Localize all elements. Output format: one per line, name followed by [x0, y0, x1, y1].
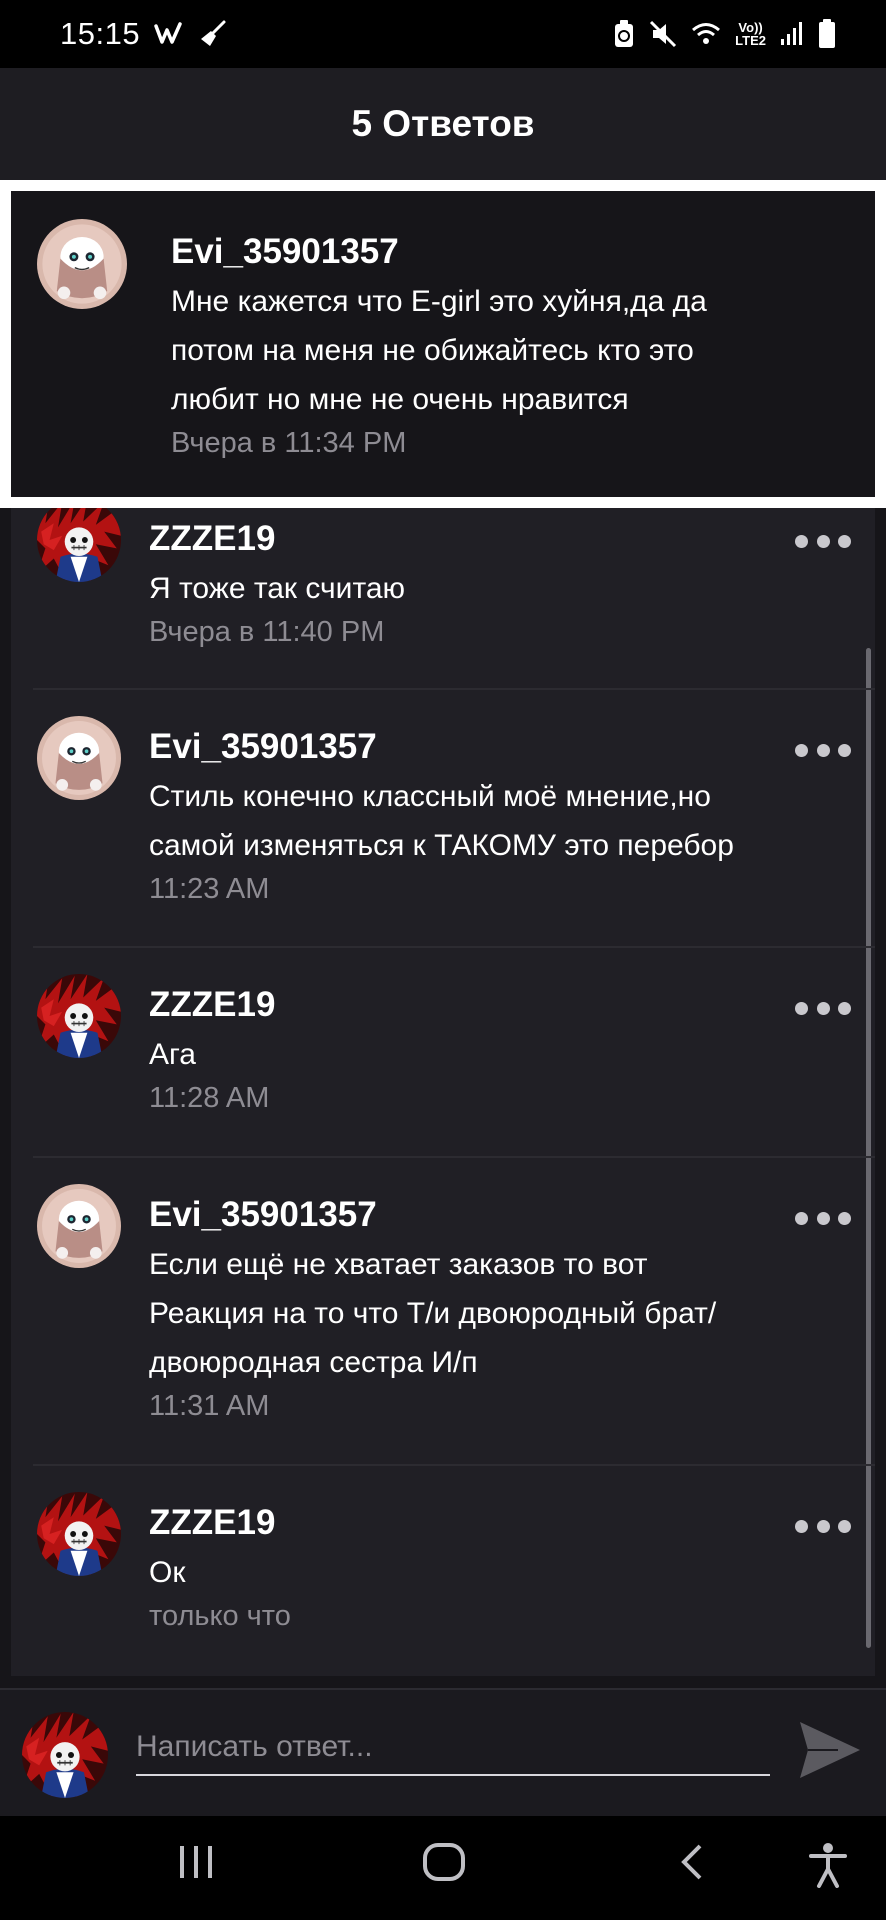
accessibility-icon[interactable] [808, 1842, 848, 1893]
comment-line: Если ещё не хватает заказов то вот [149, 1248, 648, 1281]
battery-saver-icon [613, 19, 635, 49]
reply-item: Evi_35901357 Стиль конечно классный моё … [11, 690, 875, 946]
more-options-icon[interactable] [795, 740, 851, 760]
comment-line: Мне кажется что E-girl это хуйня,да да [171, 285, 707, 318]
comment-line: Ага [149, 1038, 196, 1071]
avatar[interactable] [37, 1492, 121, 1576]
back-icon[interactable] [676, 1842, 706, 1887]
wifi-icon [691, 21, 721, 47]
header: 5 Ответов [0, 68, 886, 180]
more-options-icon[interactable] [795, 531, 851, 551]
mute-icon [649, 20, 677, 48]
comment-line: Ок [149, 1556, 186, 1589]
username[interactable]: ZZZE19 [149, 518, 829, 560]
avatar[interactable] [37, 716, 121, 800]
page-title: 5 Ответов [351, 103, 535, 144]
avatar [22, 1712, 108, 1798]
comment-text: Ок [149, 1548, 829, 1597]
comment-text: Стиль конечно классный моё мнение,но сам… [149, 772, 829, 870]
home-icon[interactable] [422, 1842, 466, 1887]
replies-list[interactable]: ZZZE19 Я тоже так считаю Вчера в 11:40 P… [11, 508, 875, 1676]
recent-apps-icon[interactable] [176, 1842, 216, 1887]
more-options-icon[interactable] [795, 1516, 851, 1536]
reply-item: ZZZE19 Ок только что [11, 1466, 875, 1676]
timestamp: Вчера в 11:34 PM [171, 427, 407, 459]
reply-item: Evi_35901357 Если ещё не хватает заказов… [11, 1158, 875, 1464]
comment-line: самой изменяться к ТАКОМУ это перебор [149, 829, 734, 862]
avatar[interactable] [37, 508, 121, 582]
comment-line: Я тоже так считаю [149, 572, 406, 605]
timestamp: 11:28 AM [149, 1082, 270, 1114]
reply-input-bar [0, 1688, 886, 1816]
broom-icon [198, 19, 228, 49]
system-nav-bar [0, 1816, 886, 1920]
comment-line: любит но мне не очень нравится [171, 383, 629, 416]
username[interactable]: Evi_35901357 [149, 1194, 829, 1236]
reply-body: Evi_35901357 Стиль конечно классный моё … [149, 726, 829, 908]
more-options-icon[interactable] [795, 998, 851, 1018]
reply-body: ZZZE19 Ага 11:28 AM [149, 984, 829, 1117]
status-right: Vo)) LTE2 [613, 19, 836, 49]
comment-line: двоюродная сестра И/п [149, 1346, 478, 1379]
lte-icon: Vo)) LTE2 [735, 20, 766, 48]
parent-comment: Evi_35901357 Мне кажется что E-girl это … [11, 191, 875, 497]
timestamp: только что [149, 1600, 291, 1632]
comment-line: Реакция на то что Т/и двоюродный брат/ [149, 1297, 717, 1330]
timestamp: 11:23 AM [149, 873, 270, 905]
more-options-icon[interactable] [795, 1208, 851, 1228]
reply-item: ZZZE19 Я тоже так считаю Вчера в 11:40 P… [11, 508, 875, 688]
reply-body: Evi_35901357 Если ещё не хватает заказов… [149, 1194, 829, 1425]
comment-text: Если ещё не хватает заказов то вот Реакц… [149, 1240, 829, 1387]
status-bar: 15:15 Vo)) LTE2 [0, 0, 886, 68]
status-time: 15:15 [60, 16, 141, 51]
username[interactable]: Evi_35901357 [171, 231, 831, 273]
reply-input[interactable] [136, 1720, 770, 1776]
comment-line: Стиль конечно классный моё мнение,но [149, 780, 711, 813]
avatar[interactable] [37, 974, 121, 1058]
username[interactable]: Evi_35901357 [149, 726, 829, 768]
username[interactable]: ZZZE19 [149, 1502, 829, 1544]
username[interactable]: ZZZE19 [149, 984, 829, 1026]
send-icon[interactable] [798, 1720, 862, 1785]
comment-text: Мне кажется что E-girl это хуйня,да да п… [171, 277, 831, 424]
signal-icon [780, 21, 804, 47]
timestamp: 11:31 AM [149, 1390, 270, 1422]
comment-line: потом на меня не обижайтесь кто это [171, 334, 694, 367]
timestamp: Вчера в 11:40 PM [149, 616, 385, 648]
reply-item: ZZZE19 Ага 11:28 AM [11, 948, 875, 1156]
comment-text: Ага [149, 1030, 829, 1079]
battery-icon [818, 19, 836, 49]
reply-body: ZZZE19 Я тоже так считаю Вчера в 11:40 P… [149, 518, 829, 651]
avatar[interactable] [37, 1184, 121, 1268]
reply-body: ZZZE19 Ок только что [149, 1502, 829, 1635]
parent-comment-body: Evi_35901357 Мне кажется что E-girl это … [171, 231, 831, 462]
comment-text: Я тоже так считаю [149, 564, 829, 613]
status-left: 15:15 [60, 16, 228, 52]
w-app-icon [154, 22, 184, 46]
parent-comment-highlight: Evi_35901357 Мне кажется что E-girl это … [0, 180, 886, 508]
avatar[interactable] [37, 219, 127, 309]
